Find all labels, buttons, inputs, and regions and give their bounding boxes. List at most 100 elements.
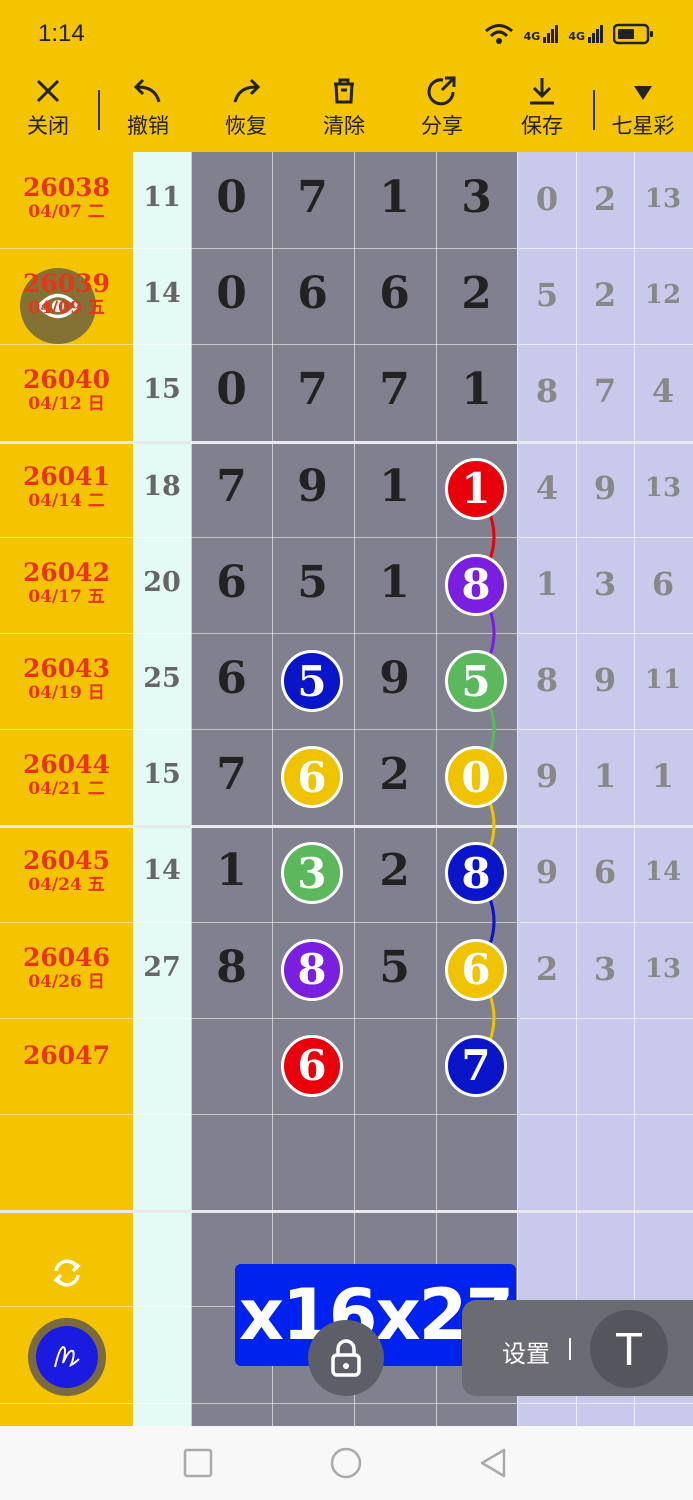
span-value: 9 (593, 468, 617, 507)
sum-value: 27 (143, 951, 181, 983)
redo-button[interactable]: 恢复 (204, 74, 288, 140)
number-ball[interactable]: 7 (445, 1034, 507, 1097)
toolbar: 关闭 撤销 恢复 清除 分享 保存 七星彩 (0, 70, 693, 152)
pen-button-face (36, 1326, 98, 1388)
redo-icon (233, 78, 261, 103)
span-value: 14 (644, 857, 682, 888)
number-ball[interactable]: 3 (281, 842, 343, 905)
number-ball[interactable]: 5 (445, 650, 507, 712)
issue-number: 26041 (23, 461, 110, 491)
digit-value: 1 (461, 364, 492, 416)
issue-cell: 26045 04/24 五 (0, 846, 133, 896)
span-value: 1 (535, 564, 559, 603)
digit-value: 6 (379, 268, 410, 320)
clear-button[interactable]: 清除 (302, 74, 386, 140)
close-label: 关闭 (27, 114, 69, 138)
undo-icon (133, 78, 161, 103)
share-button[interactable]: 分享 (400, 74, 484, 140)
signal-2-icon: 4G (568, 25, 603, 43)
close-button[interactable]: 关闭 (6, 74, 90, 140)
number-ball[interactable]: 1 (445, 457, 507, 520)
digit-value: 0 (216, 364, 247, 416)
span-value: 9 (535, 853, 559, 892)
triangle-down-icon (634, 86, 652, 100)
span-value: 13 (644, 184, 682, 214)
digit-value: 0 (216, 172, 247, 223)
refresh-button[interactable] (48, 1254, 86, 1296)
issue-number: 26038 (23, 173, 110, 202)
issue-number: 26044 (23, 750, 110, 780)
span-value: 6 (593, 853, 617, 892)
undo-button[interactable]: 撤销 (106, 74, 190, 140)
digit-value: 6 (216, 556, 247, 608)
digit-value: 8 (216, 941, 247, 993)
span-value: 13 (644, 472, 682, 503)
navigation-bar (0, 1426, 693, 1500)
text-tool-button[interactable]: T (590, 1310, 668, 1388)
number-ball[interactable]: 6 (445, 938, 507, 1001)
digit-value: 3 (461, 172, 492, 223)
digit-value: 7 (379, 364, 410, 416)
home-icon[interactable] (328, 1445, 364, 1481)
digit-value: 1 (216, 845, 247, 897)
recent-apps-icon[interactable] (181, 1446, 215, 1480)
number-ball[interactable]: 5 (281, 650, 343, 712)
issue-date: 04/26 日 (28, 971, 105, 992)
span-value: 2 (535, 949, 559, 988)
save-label: 保存 (521, 114, 563, 138)
issue-number: 26045 (23, 846, 110, 876)
issue-cell: 26042 04/17 五 (0, 558, 133, 607)
battery-icon (613, 23, 653, 45)
issue-number: 26047 (23, 1040, 110, 1070)
digit-value: 1 (379, 460, 410, 512)
digit-value: 7 (297, 172, 328, 223)
span-value: 8 (535, 372, 559, 411)
span-value: 3 (593, 949, 617, 988)
issue-date: 04/07 二 (28, 202, 105, 222)
settings-button[interactable]: 设置 (502, 1334, 550, 1369)
pen-icon (54, 1345, 80, 1368)
sum-value: 14 (143, 278, 181, 310)
issue-cell: 26039 04/09 五 (0, 270, 133, 319)
sum-value: 14 (143, 855, 181, 887)
span-value: 4 (651, 372, 675, 411)
number-ball[interactable]: 6 (281, 746, 343, 809)
chart-grid[interactable]: x16x27 设置 T 26038 04/07 二 11 0 7 1 3 0 2 13 26039 0… (0, 152, 693, 1426)
number-ball[interactable]: 8 (445, 553, 507, 616)
issue-date: 04/14 二 (28, 490, 105, 511)
status-bar: 1:14 4G 4G (0, 0, 693, 70)
span-value: 4 (535, 468, 559, 507)
span-value: 5 (535, 276, 559, 315)
span-value: 9 (593, 661, 617, 699)
signal-1-icon: 4G (524, 25, 559, 43)
download-icon (530, 78, 554, 105)
span-value: 3 (593, 564, 617, 603)
number-ball[interactable]: 8 (445, 842, 507, 905)
toolbar-divider (98, 90, 100, 130)
digit-value: 5 (379, 941, 410, 993)
lottery-dropdown[interactable]: 七星彩 (601, 74, 685, 140)
redo-label: 恢复 (225, 114, 267, 138)
lock-button[interactable] (308, 1320, 384, 1396)
span-value: 13 (644, 953, 682, 984)
digit-value: 9 (297, 460, 328, 512)
share-icon (427, 76, 456, 106)
digit-value: 9 (379, 653, 410, 704)
span-value: 8 (535, 661, 559, 699)
issue-cell: 26044 04/21 二 (0, 750, 133, 800)
back-icon[interactable] (476, 1446, 510, 1480)
toolbar-divider (593, 90, 595, 130)
lock-icon (331, 1339, 361, 1377)
pen-button[interactable] (28, 1318, 106, 1396)
clear-label: 清除 (323, 114, 365, 138)
span-value: 0 (535, 180, 559, 218)
issue-cell: 26043 04/19 日 (0, 655, 133, 704)
digit-value: 6 (216, 653, 247, 704)
number-ball[interactable]: 6 (281, 1034, 343, 1097)
number-ball[interactable]: 8 (281, 938, 343, 1001)
issue-number: 26046 (23, 942, 110, 972)
issue-number: 26040 (23, 365, 110, 395)
digit-value: 2 (379, 845, 410, 897)
number-ball[interactable]: 0 (445, 746, 507, 809)
save-button[interactable]: 保存 (500, 74, 584, 140)
